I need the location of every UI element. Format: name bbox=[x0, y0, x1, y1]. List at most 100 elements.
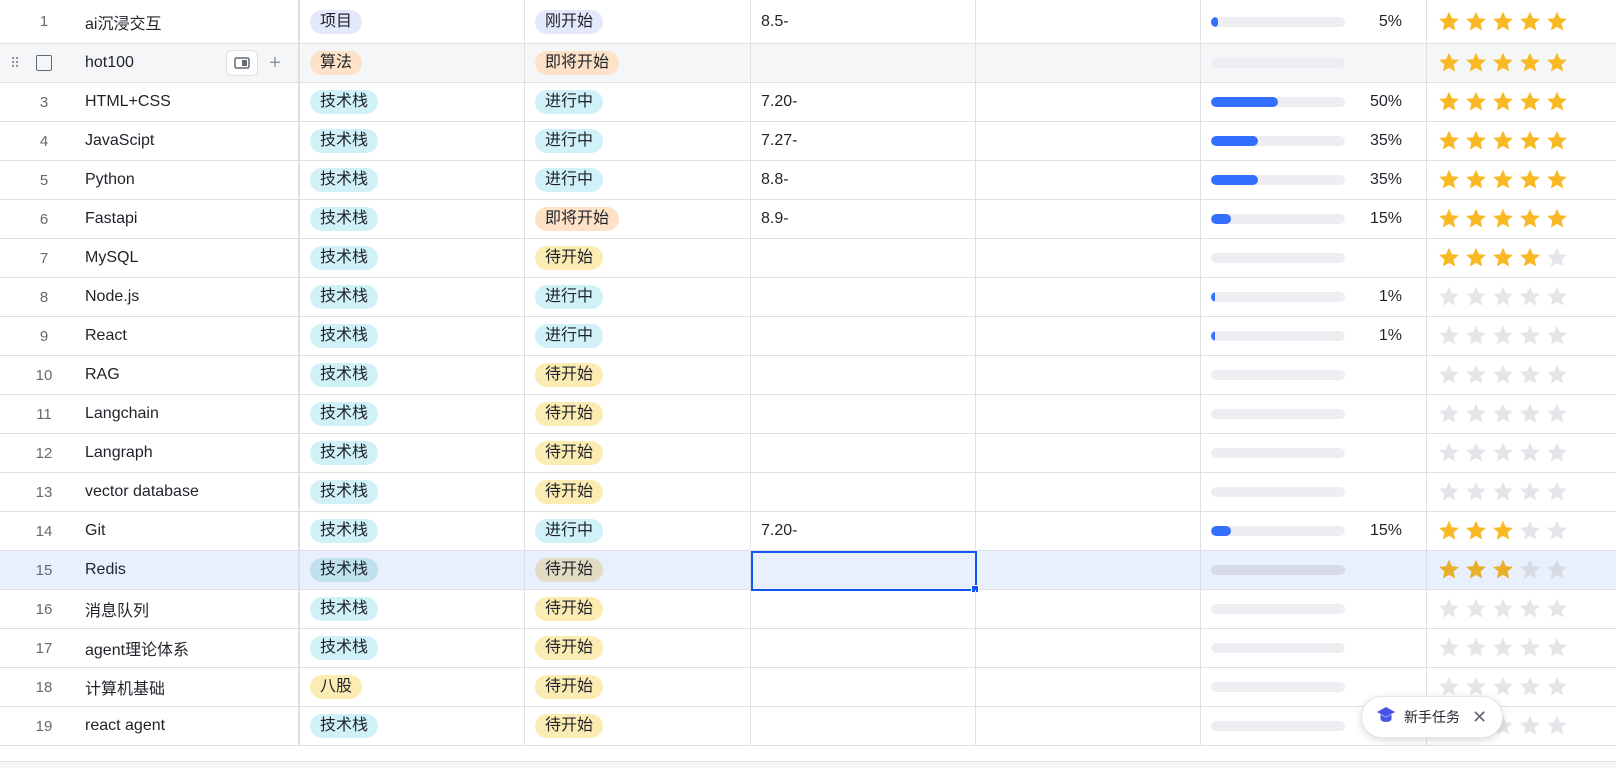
type-cell[interactable]: 技术栈 bbox=[300, 512, 525, 550]
star-icon[interactable] bbox=[1464, 636, 1488, 660]
star-icon[interactable] bbox=[1545, 597, 1569, 621]
star-rating[interactable] bbox=[1437, 10, 1569, 34]
star-icon[interactable] bbox=[1464, 402, 1488, 426]
type-cell[interactable]: 技术栈 bbox=[300, 83, 525, 121]
newbie-task-toast[interactable]: 新手任务 ✕ bbox=[1361, 696, 1503, 738]
star-icon[interactable] bbox=[1518, 714, 1542, 738]
star-icon[interactable] bbox=[1464, 480, 1488, 504]
star-icon[interactable] bbox=[1437, 10, 1461, 34]
rating-cell[interactable] bbox=[1427, 629, 1616, 667]
table-row[interactable]: 4 JavaScipt 技术栈 进行中 7.27- 35% bbox=[0, 122, 1616, 161]
star-icon[interactable] bbox=[1545, 363, 1569, 387]
name-cell[interactable]: 7 MySQL bbox=[0, 239, 300, 277]
date-cell[interactable] bbox=[751, 239, 976, 277]
date-cell[interactable]: 7.20- bbox=[751, 83, 976, 121]
star-icon[interactable] bbox=[1545, 285, 1569, 309]
empty-cell[interactable] bbox=[976, 200, 1201, 238]
date-cell[interactable] bbox=[751, 434, 976, 472]
star-icon[interactable] bbox=[1491, 129, 1515, 153]
status-cell[interactable]: 待开始 bbox=[525, 551, 751, 589]
star-rating[interactable] bbox=[1437, 402, 1569, 426]
star-icon[interactable] bbox=[1437, 90, 1461, 114]
date-cell[interactable] bbox=[751, 317, 976, 355]
rating-cell[interactable] bbox=[1427, 83, 1616, 121]
rating-cell[interactable] bbox=[1427, 239, 1616, 277]
empty-cell[interactable] bbox=[976, 239, 1201, 277]
type-cell[interactable]: 项目 bbox=[300, 0, 525, 43]
type-cell[interactable]: 技术栈 bbox=[300, 551, 525, 589]
star-icon[interactable] bbox=[1464, 246, 1488, 270]
star-icon[interactable] bbox=[1518, 441, 1542, 465]
empty-cell[interactable] bbox=[976, 317, 1201, 355]
row-checkbox[interactable] bbox=[36, 55, 52, 71]
star-icon[interactable] bbox=[1464, 324, 1488, 348]
type-cell[interactable]: 技术栈 bbox=[300, 356, 525, 394]
star-rating[interactable] bbox=[1437, 207, 1569, 231]
plus-icon[interactable]: + bbox=[266, 53, 284, 73]
star-rating[interactable] bbox=[1437, 168, 1569, 192]
table-row[interactable]: 3 HTML+CSS 技术栈 进行中 7.20- 50% bbox=[0, 83, 1616, 122]
star-icon[interactable] bbox=[1491, 675, 1515, 699]
date-cell[interactable]: 8.5- bbox=[751, 0, 976, 43]
rating-cell[interactable] bbox=[1427, 317, 1616, 355]
date-cell[interactable] bbox=[751, 590, 976, 628]
progress-cell[interactable]: 35% bbox=[1201, 122, 1427, 160]
progress-cell[interactable] bbox=[1201, 551, 1427, 589]
rating-cell[interactable] bbox=[1427, 122, 1616, 160]
star-icon[interactable] bbox=[1491, 324, 1515, 348]
star-icon[interactable] bbox=[1518, 246, 1542, 270]
star-icon[interactable] bbox=[1437, 363, 1461, 387]
name-cell[interactable]: 17 agent理论体系 bbox=[0, 629, 300, 667]
star-icon[interactable] bbox=[1464, 558, 1488, 582]
star-icon[interactable] bbox=[1437, 207, 1461, 231]
star-icon[interactable] bbox=[1464, 597, 1488, 621]
status-cell[interactable]: 即将开始 bbox=[525, 44, 751, 82]
date-cell[interactable] bbox=[751, 44, 976, 82]
progress-cell[interactable]: 50% bbox=[1201, 83, 1427, 121]
name-cell[interactable]: 3 HTML+CSS bbox=[0, 83, 300, 121]
star-icon[interactable] bbox=[1437, 480, 1461, 504]
star-icon[interactable] bbox=[1491, 441, 1515, 465]
table-row[interactable]: 8 Node.js 技术栈 进行中 1% bbox=[0, 278, 1616, 317]
star-icon[interactable] bbox=[1545, 519, 1569, 543]
star-icon[interactable] bbox=[1545, 10, 1569, 34]
status-cell[interactable]: 待开始 bbox=[525, 707, 751, 745]
date-cell[interactable]: 7.27- bbox=[751, 122, 976, 160]
table-row[interactable]: 10 RAG 技术栈 待开始 bbox=[0, 356, 1616, 395]
star-icon[interactable] bbox=[1518, 558, 1542, 582]
table-row[interactable]: 17 agent理论体系 技术栈 待开始 bbox=[0, 629, 1616, 668]
progress-cell[interactable]: 35% bbox=[1201, 161, 1427, 199]
rating-cell[interactable] bbox=[1427, 356, 1616, 394]
star-icon[interactable] bbox=[1464, 207, 1488, 231]
status-cell[interactable]: 即将开始 bbox=[525, 200, 751, 238]
star-rating[interactable] bbox=[1437, 51, 1569, 75]
progress-cell[interactable] bbox=[1201, 590, 1427, 628]
star-icon[interactable] bbox=[1518, 363, 1542, 387]
rating-cell[interactable] bbox=[1427, 0, 1616, 43]
star-icon[interactable] bbox=[1464, 285, 1488, 309]
empty-cell[interactable] bbox=[976, 0, 1201, 43]
type-cell[interactable]: 技术栈 bbox=[300, 122, 525, 160]
date-cell[interactable]: 8.9- bbox=[751, 200, 976, 238]
star-icon[interactable] bbox=[1437, 129, 1461, 153]
empty-cell[interactable] bbox=[976, 161, 1201, 199]
table-row[interactable]: 5 Python 技术栈 进行中 8.8- 35% bbox=[0, 161, 1616, 200]
type-cell[interactable]: 技术栈 bbox=[300, 590, 525, 628]
star-icon[interactable] bbox=[1518, 636, 1542, 660]
rating-cell[interactable] bbox=[1427, 434, 1616, 472]
progress-cell[interactable]: 1% bbox=[1201, 278, 1427, 316]
progress-cell[interactable] bbox=[1201, 473, 1427, 511]
empty-cell[interactable] bbox=[976, 551, 1201, 589]
star-icon[interactable] bbox=[1491, 480, 1515, 504]
star-icon[interactable] bbox=[1464, 363, 1488, 387]
name-cell[interactable]: 12 Langraph bbox=[0, 434, 300, 472]
star-rating[interactable] bbox=[1437, 324, 1569, 348]
table-row[interactable]: 12 Langraph 技术栈 待开始 bbox=[0, 434, 1616, 473]
progress-cell[interactable] bbox=[1201, 434, 1427, 472]
name-cell[interactable]: 6 Fastapi bbox=[0, 200, 300, 238]
type-cell[interactable]: 技术栈 bbox=[300, 239, 525, 277]
empty-cell[interactable] bbox=[976, 395, 1201, 433]
type-cell[interactable]: 算法 bbox=[300, 44, 525, 82]
star-rating[interactable] bbox=[1437, 597, 1569, 621]
star-icon[interactable] bbox=[1518, 402, 1542, 426]
